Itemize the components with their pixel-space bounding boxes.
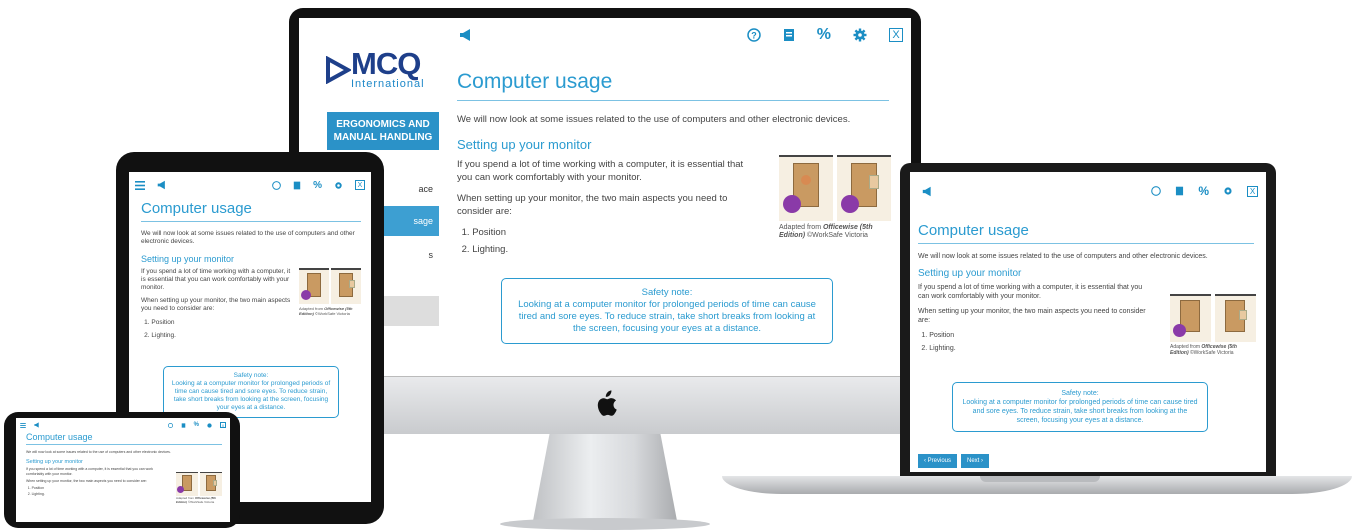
percent-icon[interactable]: % bbox=[313, 180, 322, 191]
content: Computer usage We will now look at some … bbox=[26, 432, 222, 503]
percent-icon[interactable]: % bbox=[1198, 184, 1209, 198]
intro-text: We will now look at some issues related … bbox=[141, 230, 355, 245]
glossary-icon[interactable] bbox=[181, 422, 186, 428]
settings-icon[interactable] bbox=[1223, 186, 1233, 196]
help-icon[interactable]: ? bbox=[747, 28, 761, 42]
monitor-figure: Adapted from Officewise (5th Edition) ©W… bbox=[1170, 294, 1256, 356]
page-title: Computer usage bbox=[26, 432, 222, 445]
para-2: When setting up your monitor, the two ma… bbox=[457, 193, 728, 217]
help-icon[interactable] bbox=[1151, 186, 1162, 196]
pager: ‹ Previous Next › bbox=[918, 454, 990, 468]
help-icon[interactable] bbox=[167, 422, 173, 428]
desk-illustration bbox=[176, 472, 222, 496]
content: Computer usage We will now look at some … bbox=[141, 200, 361, 418]
desk-illustration bbox=[1170, 294, 1256, 342]
section-heading: Setting up your monitor bbox=[141, 254, 235, 264]
toolbar: % X bbox=[135, 179, 365, 191]
close-icon[interactable]: X bbox=[1247, 185, 1258, 197]
safety-note-body: Looking at a computer monitor for prolon… bbox=[171, 380, 331, 411]
toolbar: % X bbox=[922, 184, 1258, 198]
menu-icon[interactable] bbox=[135, 180, 145, 190]
list-item: Position bbox=[151, 316, 361, 329]
list-item: Lighting. bbox=[151, 329, 361, 342]
toolbar: ? % X bbox=[459, 26, 903, 44]
section-heading: Setting up your monitor bbox=[457, 137, 592, 152]
safety-note: Safety note: Looking at a computer monit… bbox=[163, 366, 339, 418]
content: Computer usage We will now look at some … bbox=[918, 222, 1256, 468]
module-button[interactable]: ERGONOMICS AND MANUAL HANDLING bbox=[327, 112, 439, 150]
megaphone-icon[interactable] bbox=[922, 186, 933, 197]
close-icon[interactable]: X bbox=[355, 180, 365, 190]
mcq-logo: MCQ International bbox=[325, 46, 425, 90]
settings-icon[interactable] bbox=[207, 422, 212, 428]
desk-illustration bbox=[299, 268, 361, 304]
glossary-icon[interactable] bbox=[783, 28, 795, 42]
laptop-notch bbox=[980, 476, 1100, 482]
megaphone-icon[interactable] bbox=[157, 180, 167, 190]
figure-caption: Adapted from Officewise (5th Edition) ©W… bbox=[779, 224, 873, 239]
safety-note-title: Safety note: bbox=[1061, 390, 1099, 397]
megaphone-icon[interactable] bbox=[459, 28, 473, 42]
safety-note-body: Looking at a computer monitor for prolon… bbox=[962, 399, 1198, 424]
page-title: Computer usage bbox=[457, 70, 889, 101]
section-heading: Setting up your monitor bbox=[918, 268, 1022, 279]
laptop-screen: % X Computer usage We will now look at s… bbox=[910, 172, 1266, 472]
monitor-figure: Adapted from Officewise (5th Edition) ©W… bbox=[176, 472, 222, 504]
desk-illustration bbox=[779, 155, 891, 221]
logo-triangle-icon bbox=[326, 56, 351, 84]
percent-icon[interactable]: % bbox=[194, 422, 199, 428]
figure-caption: Adapted from Officewise (5th Edition) ©W… bbox=[1170, 344, 1237, 356]
section-heading: Setting up your monitor bbox=[26, 459, 83, 465]
aspects-list: Position Lighting. bbox=[141, 316, 361, 342]
content: Computer usage We will now look at some … bbox=[457, 70, 891, 344]
para-1: If you spend a lot of time working with … bbox=[26, 467, 154, 476]
logo-text: MCQ bbox=[351, 46, 421, 81]
intro-text: We will now look at some issues related … bbox=[26, 450, 171, 454]
help-icon[interactable] bbox=[272, 180, 281, 190]
logo-subtext: International bbox=[351, 78, 425, 90]
settings-icon[interactable] bbox=[334, 181, 343, 190]
glossary-icon[interactable] bbox=[1175, 186, 1184, 196]
imac-foot bbox=[500, 518, 710, 530]
megaphone-icon[interactable] bbox=[34, 422, 40, 428]
safety-note: Safety note: Looking at a computer monit… bbox=[501, 278, 833, 344]
list-item: Lighting. bbox=[472, 241, 889, 258]
previous-button[interactable]: ‹ Previous bbox=[918, 454, 958, 468]
percent-icon[interactable]: % bbox=[817, 26, 831, 44]
para-2: When setting up your monitor, the two ma… bbox=[26, 479, 147, 483]
safety-note-title: Safety note: bbox=[641, 287, 693, 298]
monitor-figure: Adapted from Officewise (5th Edition) ©W… bbox=[299, 268, 361, 316]
safety-note: Safety note: Looking at a computer monit… bbox=[952, 382, 1208, 432]
para-2: When setting up your monitor, the two ma… bbox=[918, 308, 1146, 324]
page-title: Computer usage bbox=[141, 200, 361, 222]
safety-note-title: Safety note: bbox=[233, 372, 269, 379]
next-button[interactable]: Next › bbox=[961, 454, 990, 468]
menu-icon[interactable] bbox=[20, 422, 26, 428]
monitor-figure: Adapted from Officewise (5th Edition) ©W… bbox=[779, 155, 891, 240]
intro-text: We will now look at some issues related … bbox=[457, 114, 851, 125]
para-1: If you spend a lot of time working with … bbox=[141, 268, 291, 291]
para-1: If you spend a lot of time working with … bbox=[918, 284, 1143, 300]
para-1: If you spend a lot of time working with … bbox=[457, 159, 744, 183]
intro-text: We will now look at some issues related … bbox=[918, 253, 1208, 260]
phone-screen: % X Computer usage We will now look at s… bbox=[16, 418, 230, 522]
settings-icon[interactable] bbox=[853, 28, 867, 42]
safety-note-body: Looking at a computer monitor for prolon… bbox=[518, 299, 816, 334]
glossary-icon[interactable] bbox=[293, 181, 301, 190]
figure-caption: Adapted from Officewise (5th Edition) ©W… bbox=[299, 306, 353, 316]
close-icon[interactable]: X bbox=[889, 28, 903, 42]
figure-caption: Adapted from Officewise (5th Edition) ©W… bbox=[176, 496, 217, 504]
imac-stand bbox=[532, 434, 678, 526]
apple-logo-icon bbox=[592, 389, 618, 419]
svg-text:?: ? bbox=[751, 31, 757, 41]
toolbar: % X bbox=[20, 421, 226, 429]
imac-screen: MCQ International ERGONOMICS AND MANUAL … bbox=[299, 18, 911, 376]
close-icon[interactable]: X bbox=[220, 422, 226, 428]
para-2: When setting up your monitor, the two ma… bbox=[141, 297, 291, 312]
page-title: Computer usage bbox=[918, 222, 1254, 244]
